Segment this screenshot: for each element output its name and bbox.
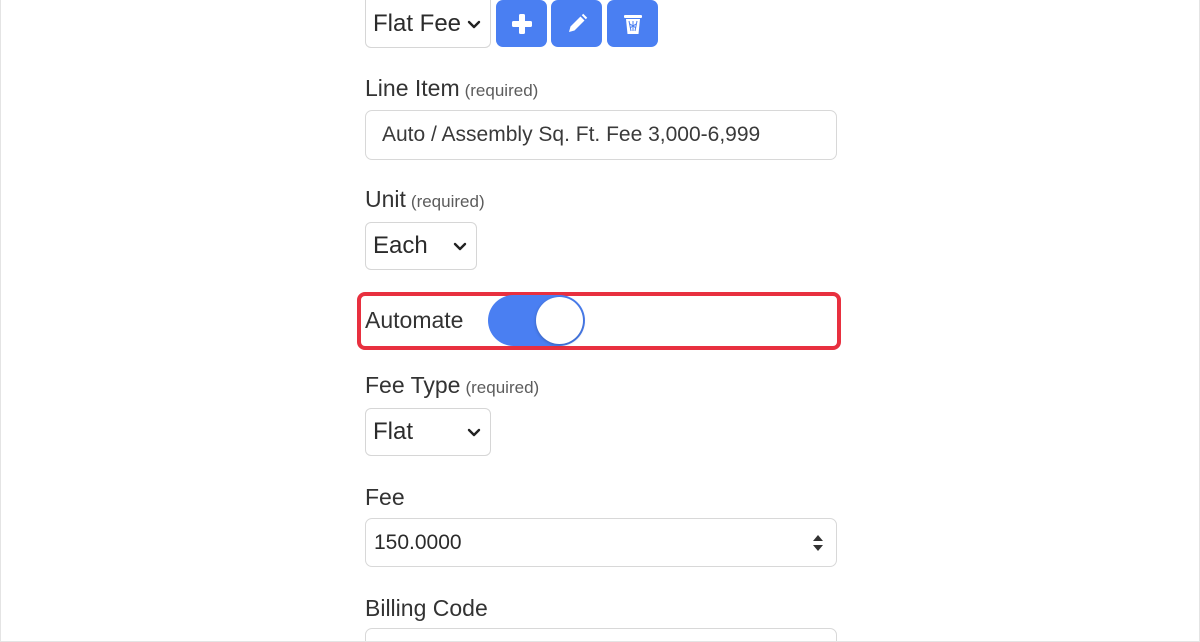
fee-label-text: Fee bbox=[365, 484, 405, 510]
fee-type-select-value: Flat bbox=[373, 418, 414, 445]
plus-icon bbox=[511, 13, 532, 34]
stepper-arrows-icon bbox=[813, 534, 823, 551]
pencil-icon bbox=[568, 13, 587, 32]
unit-label: Unit (required) bbox=[365, 186, 485, 213]
required-note: (required) bbox=[464, 81, 539, 100]
line-item-label: Line Item (required) bbox=[365, 75, 538, 102]
chevron-down-icon bbox=[453, 242, 467, 251]
fee-type-label-text: Fee Type bbox=[365, 372, 461, 398]
chevron-down-icon bbox=[467, 20, 481, 28]
chevron-down-icon bbox=[467, 428, 481, 437]
line-item-label-text: Line Item bbox=[365, 75, 460, 101]
fee-label: Fee bbox=[365, 484, 405, 511]
automate-label: Automate bbox=[365, 307, 463, 334]
billing-code-label: Billing Code bbox=[365, 595, 488, 622]
fee-template-select-value: Flat Fee bbox=[373, 9, 462, 37]
automate-toggle[interactable] bbox=[488, 295, 585, 346]
billing-code-label-text: Billing Code bbox=[365, 595, 488, 621]
required-note: (required) bbox=[410, 192, 485, 211]
automate-label-text: Automate bbox=[365, 307, 464, 333]
unit-label-text: Unit bbox=[365, 186, 406, 212]
fee-input[interactable]: 150.0000 bbox=[365, 518, 837, 567]
add-button[interactable] bbox=[496, 0, 547, 47]
fee-value: 150.0000 bbox=[374, 530, 462, 554]
edit-button[interactable] bbox=[551, 0, 602, 47]
number-stepper[interactable] bbox=[809, 531, 827, 555]
toggle-knob bbox=[536, 297, 583, 344]
line-item-value: Auto / Assembly Sq. Ft. Fee 3,000-6,999 bbox=[382, 123, 761, 146]
unit-select[interactable]: Each bbox=[365, 222, 477, 270]
delete-button[interactable] bbox=[607, 0, 658, 47]
required-note: (required) bbox=[465, 378, 540, 397]
fee-template-select[interactable]: Flat Fee bbox=[365, 0, 491, 48]
billing-code-input[interactable] bbox=[365, 628, 837, 642]
line-item-input[interactable]: Auto / Assembly Sq. Ft. Fee 3,000-6,999 bbox=[365, 110, 837, 160]
fee-type-label: Fee Type (required) bbox=[365, 372, 539, 399]
trash-icon bbox=[623, 14, 642, 34]
unit-select-value: Each bbox=[373, 232, 428, 259]
fee-type-select[interactable]: Flat bbox=[365, 408, 491, 456]
